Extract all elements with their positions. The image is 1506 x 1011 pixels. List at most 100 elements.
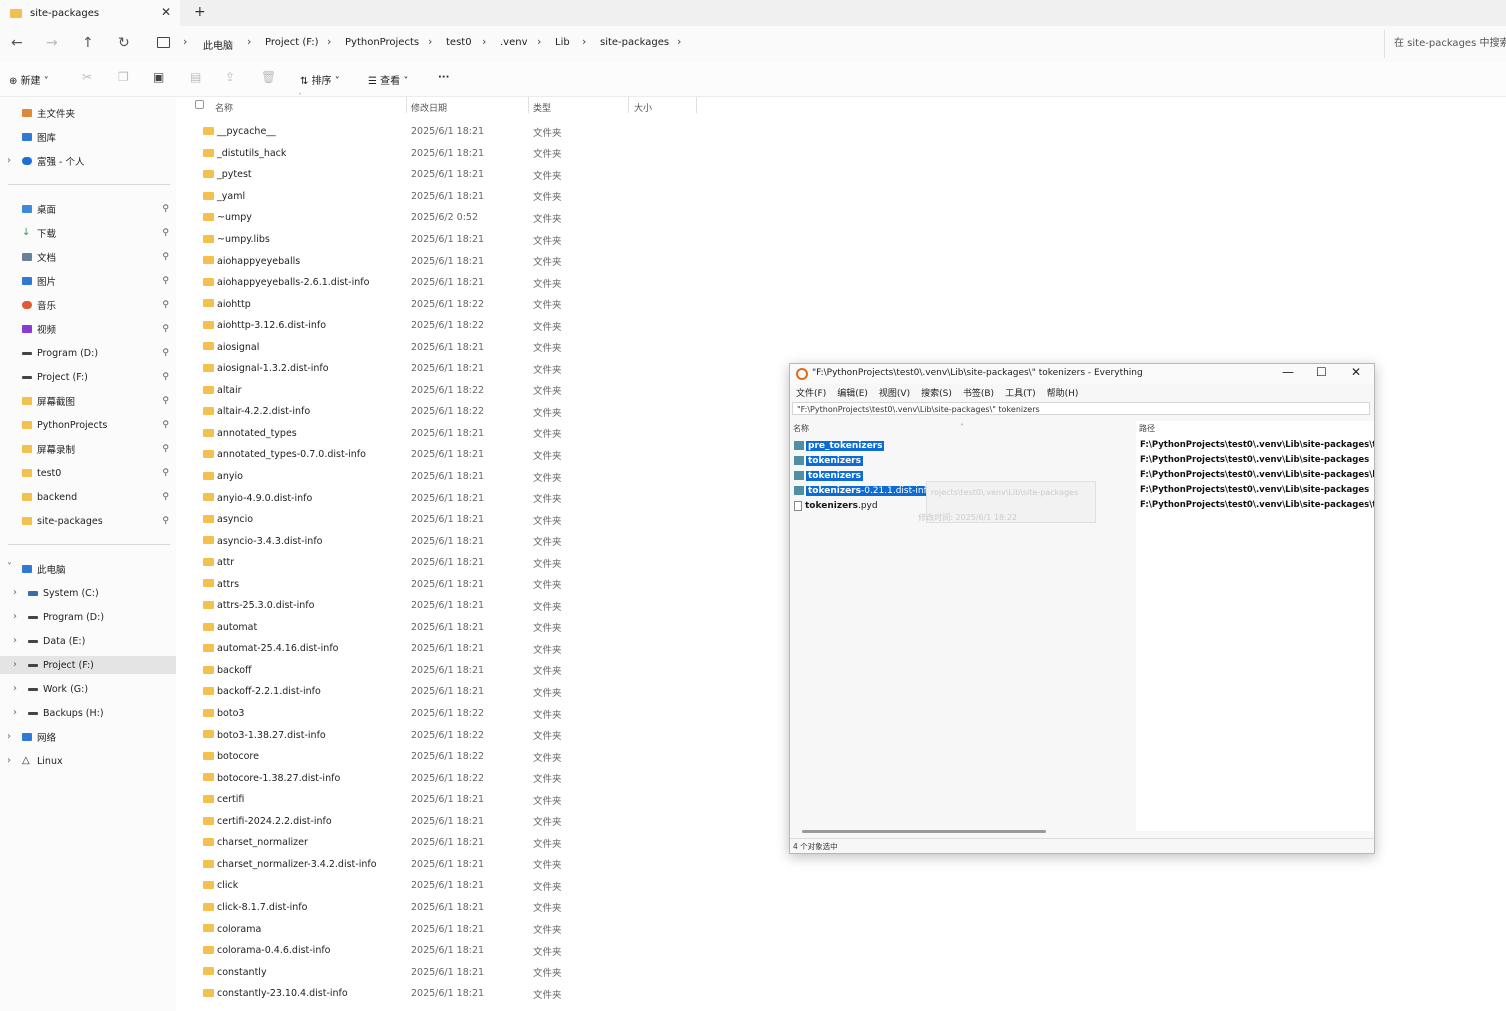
sidebar-item-test0[interactable]: test0 ⚲ <box>22 464 172 482</box>
sidebar-item-gallery[interactable]: 图库 <box>22 128 172 146</box>
result-row[interactable]: tokenizers <box>794 469 863 482</box>
sidebar-item-data-e[interactable]: Data (E:) <box>28 632 178 650</box>
file-row[interactable]: altair 2025/6/1 18:22 文件夹 <box>190 380 620 402</box>
sidebar-item-project-f[interactable]: Project (F:) ⚲ <box>22 368 172 386</box>
sidebar-item-music[interactable]: 音乐 ⚲ <box>22 296 172 314</box>
column-header-type[interactable]: 类型 <box>533 101 551 119</box>
result-row[interactable]: pre_tokenizers <box>794 439 885 452</box>
chevron-right-icon[interactable]: › <box>537 35 541 48</box>
file-row[interactable]: aiohappyeyeballs 2025/6/1 18:21 文件夹 <box>190 250 620 272</box>
file-row[interactable]: aiohttp-3.12.6.dist-info 2025/6/1 18:22 文件… <box>190 315 620 337</box>
file-row[interactable]: backoff 2025/6/1 18:21 文件夹 <box>190 660 620 682</box>
column-header-name[interactable]: 名称 <box>793 423 809 434</box>
sidebar-item-linux[interactable]: △ Linux <box>22 752 172 770</box>
sidebar-item-this-pc[interactable]: 此电脑 <box>22 560 172 578</box>
file-row[interactable]: colorama-0.4.6.dist-info 2025/6/1 18:21 文件… <box>190 940 620 962</box>
chevron-right-icon[interactable]: › <box>7 155 11 166</box>
file-row[interactable]: _distutils_hack 2025/6/1 18:21 文件夹 <box>190 143 620 165</box>
column-header-size[interactable]: 大小 <box>634 101 652 119</box>
chevron-right-icon[interactable]: › <box>247 35 251 48</box>
chevron-right-icon[interactable]: › <box>7 755 11 766</box>
sidebar-item-pictures[interactable]: 图片 ⚲ <box>22 272 172 290</box>
chevron-right-icon[interactable]: › <box>13 707 17 718</box>
file-row[interactable]: certifi-2024.2.2.dist-info 2025/6/1 18:21… <box>190 811 620 833</box>
sidebar-item-videos[interactable]: 视频 ⚲ <box>22 320 172 338</box>
share-icon[interactable]: ⇪ <box>225 70 235 84</box>
chevron-right-icon[interactable]: › <box>482 35 486 48</box>
delete-icon[interactable]: 🗑 <box>261 70 276 84</box>
menu-tools[interactable]: 工具(T) <box>1005 386 1036 399</box>
divider[interactable] <box>628 97 629 113</box>
chevron-right-icon[interactable]: › <box>13 611 17 622</box>
file-row[interactable]: colorama 2025/6/1 18:21 文件夹 <box>190 918 620 940</box>
file-row[interactable]: boto3-1.38.27.dist-info 2025/6/1 18:22 文件夹 <box>190 724 620 746</box>
breadcrumb-pythonprojects[interactable]: PythonProjects <box>345 37 419 48</box>
result-row[interactable]: tokenizers-0.21.1.dist-info <box>794 484 935 497</box>
file-row[interactable]: boto3 2025/6/1 18:22 文件夹 <box>190 703 620 725</box>
rename-icon[interactable]: ▤ <box>190 70 201 84</box>
maximize-icon[interactable]: ☐ <box>1316 365 1327 379</box>
sidebar-item-desktop[interactable]: 桌面 ⚲ <box>22 200 172 218</box>
breadcrumb-venv[interactable]: .venv <box>500 37 528 48</box>
menu-view[interactable]: 视图(V) <box>879 386 910 399</box>
close-icon[interactable]: ✕ <box>1351 365 1361 379</box>
sidebar-item-downloads[interactable]: ↓ 下载 ⚲ <box>22 224 172 242</box>
breadcrumb-test0[interactable]: test0 <box>446 37 472 48</box>
file-row[interactable]: annotated_types 2025/6/1 18:21 文件夹 <box>190 423 620 445</box>
forward-arrow-icon[interactable]: → <box>46 35 58 51</box>
paste-icon[interactable]: ▣ <box>153 70 164 84</box>
file-row[interactable]: ~umpy.libs 2025/6/1 18:21 文件夹 <box>190 229 620 251</box>
horizontal-scrollbar[interactable] <box>802 830 1046 833</box>
up-arrow-icon[interactable]: ↑ <box>82 35 94 51</box>
file-row[interactable]: altair-4.2.2.dist-info 2025/6/1 18:22 文件夹 <box>190 401 620 423</box>
file-row[interactable]: aiosignal 2025/6/1 18:21 文件夹 <box>190 336 620 358</box>
chevron-right-icon[interactable]: › <box>677 35 681 48</box>
result-row[interactable]: tokenizers <box>794 454 863 467</box>
file-row[interactable]: botocore-1.38.27.dist-info 2025/6/1 18:22… <box>190 767 620 789</box>
file-row[interactable]: attrs-25.3.0.dist-info 2025/6/1 18:21 文件夹 <box>190 595 620 617</box>
new-button[interactable]: ⊕ 新建 ˅ <box>9 72 49 87</box>
chevron-right-icon[interactable]: › <box>13 635 17 646</box>
divider[interactable] <box>528 97 529 113</box>
more-options-icon[interactable]: ··· <box>438 72 449 83</box>
file-row[interactable]: constantly 2025/6/1 18:21 文件夹 <box>190 961 620 983</box>
file-row[interactable]: annotated_types-0.7.0.dist-info 2025/6/1 … <box>190 444 620 466</box>
search-input[interactable]: 在 site-packages 中搜索 <box>1384 30 1506 58</box>
divider[interactable] <box>406 97 407 113</box>
menu-file[interactable]: 文件(F) <box>796 386 826 399</box>
chevron-right-icon[interactable]: › <box>582 35 586 48</box>
file-row[interactable]: asyncio 2025/6/1 18:21 文件夹 <box>190 509 620 531</box>
divider[interactable] <box>696 97 697 113</box>
file-row[interactable]: click 2025/6/1 18:21 文件夹 <box>190 875 620 897</box>
file-row[interactable]: __pycache__ 2025/6/1 18:21 文件夹 <box>190 121 620 143</box>
file-row[interactable]: botocore 2025/6/1 18:22 文件夹 <box>190 746 620 768</box>
file-row[interactable]: _yaml 2025/6/1 18:21 文件夹 <box>190 186 620 208</box>
minimize-icon[interactable]: — <box>1282 365 1294 379</box>
file-row[interactable]: backoff-2.2.1.dist-info 2025/6/1 18:21 文件夹 <box>190 681 620 703</box>
copy-icon[interactable]: ❐ <box>118 70 129 84</box>
chevron-right-icon[interactable]: › <box>13 683 17 694</box>
chevron-right-icon[interactable]: › <box>327 35 331 48</box>
breadcrumb-this-pc[interactable]: 此电脑 <box>203 37 233 52</box>
file-row[interactable]: attrs 2025/6/1 18:21 文件夹 <box>190 573 620 595</box>
sidebar-item-work-g[interactable]: Work (G:) <box>28 680 178 698</box>
sidebar-item-documents[interactable]: 文档 ⚲ <box>22 248 172 266</box>
sidebar-item-pythonprojects[interactable]: PythonProjects ⚲ <box>22 416 172 434</box>
file-row[interactable]: anyio 2025/6/1 18:21 文件夹 <box>190 466 620 488</box>
file-row[interactable]: aiohttp 2025/6/1 18:22 文件夹 <box>190 293 620 315</box>
sidebar-item-program-d[interactable]: Program (D:) <box>28 608 178 626</box>
select-all-checkbox[interactable] <box>195 100 204 109</box>
file-row[interactable]: _pytest 2025/6/1 18:21 文件夹 <box>190 164 620 186</box>
cut-icon[interactable]: ✂ <box>82 70 92 84</box>
menu-edit[interactable]: 编辑(E) <box>837 386 868 399</box>
sidebar-item-site-packages[interactable]: site-packages ⚲ <box>22 512 172 530</box>
file-row[interactable]: certifi 2025/6/1 18:21 文件夹 <box>190 789 620 811</box>
chevron-right-icon[interactable]: › <box>7 731 11 742</box>
file-row[interactable]: charset_normalizer 2025/6/1 18:21 文件夹 <box>190 832 620 854</box>
result-row[interactable]: tokenizers .pyd <box>794 499 878 512</box>
sidebar-item-screenshots[interactable]: 屏幕截图 ⚲ <box>22 392 172 410</box>
sidebar-item-system-c[interactable]: System (C:) <box>28 584 178 602</box>
everything-search-input[interactable]: "F:\PythonProjects\test0\.venv\Lib\site-… <box>792 402 1370 415</box>
file-row[interactable]: anyio-4.9.0.dist-info 2025/6/1 18:21 文件夹 <box>190 487 620 509</box>
file-row[interactable]: ~umpy 2025/6/2 0:52 文件夹 <box>190 207 620 229</box>
